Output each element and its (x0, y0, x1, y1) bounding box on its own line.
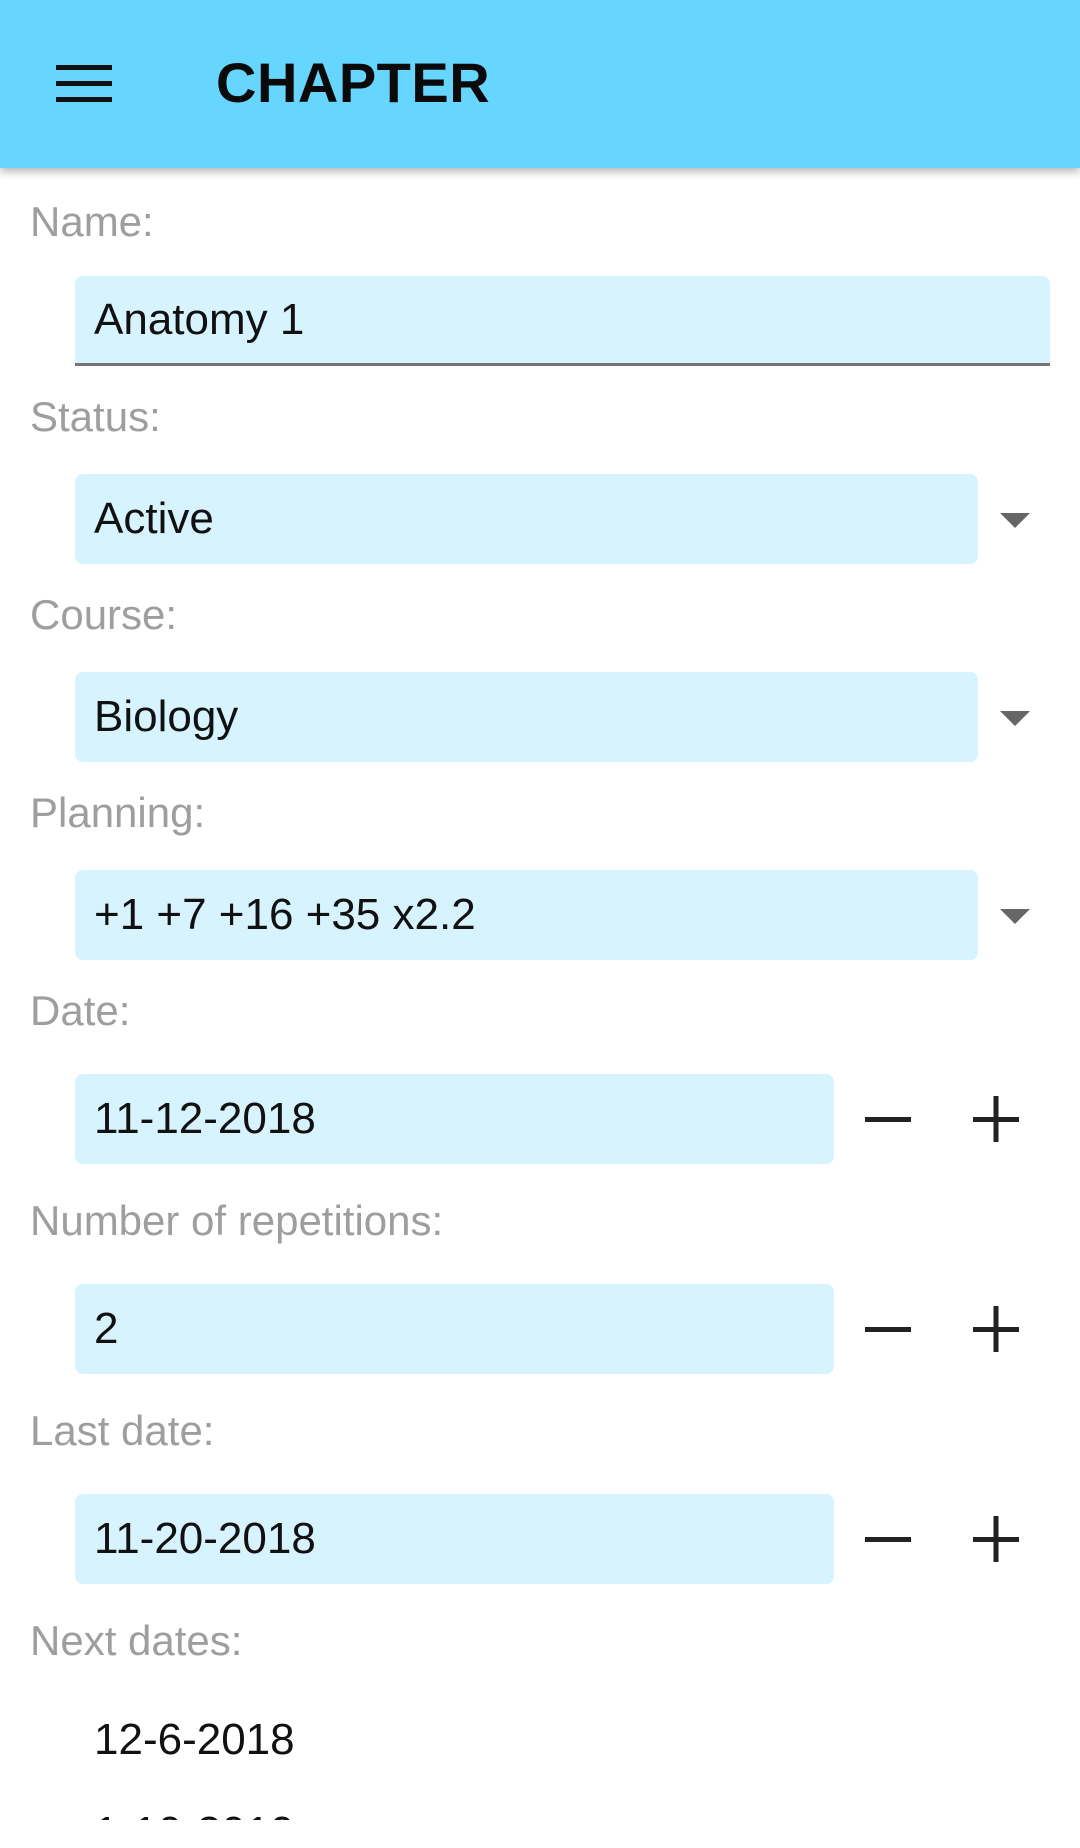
date-input[interactable]: 11-12-2018 (75, 1074, 834, 1164)
plus-icon (973, 1096, 1019, 1142)
last-date-decrement-button[interactable] (848, 1499, 928, 1579)
date-label: Date: (30, 987, 131, 1034)
last-date-input-value: 11-20-2018 (94, 1514, 316, 1563)
status-select[interactable]: Active (75, 474, 978, 564)
course-select-value: Biology (94, 692, 239, 741)
repetitions-increment-button[interactable] (956, 1289, 1036, 1369)
status-label: Status: (30, 393, 161, 440)
minus-icon (865, 1327, 911, 1332)
date-increment-button[interactable] (956, 1079, 1036, 1159)
repetitions-label: Number of repetitions: (30, 1197, 444, 1244)
next-dates-label: Next dates: (30, 1617, 243, 1664)
minus-icon (865, 1537, 911, 1542)
planning-label: Planning: (30, 789, 206, 836)
next-date-item: 12-6-2018 (94, 1715, 295, 1764)
planning-caret-down-icon[interactable] (1000, 909, 1030, 924)
last-date-increment-button[interactable] (956, 1499, 1036, 1579)
course-caret-down-icon[interactable] (1000, 711, 1030, 726)
next-date-item: 1-10-2019 (94, 1808, 295, 1820)
bottom-edge (0, 1820, 1080, 1848)
repetitions-decrement-button[interactable] (848, 1289, 928, 1369)
repetitions-input[interactable]: 2 (75, 1284, 834, 1374)
date-decrement-button[interactable] (848, 1079, 928, 1159)
last-date-label: Last date: (30, 1407, 215, 1454)
chapter-form: Name: Anatomy 1 Status: Active Course: B… (0, 168, 1080, 1820)
app-bar: CHAPTER (0, 0, 1080, 168)
status-caret-down-icon[interactable] (1000, 513, 1030, 528)
course-select[interactable]: Biology (75, 672, 978, 762)
planning-select-value: +1 +7 +16 +35 x2.2 (94, 890, 476, 939)
date-input-value: 11-12-2018 (94, 1094, 316, 1143)
name-label: Name: (30, 198, 154, 245)
menu-button[interactable] (40, 44, 128, 124)
minus-icon (865, 1117, 911, 1122)
page-title: CHAPTER (216, 51, 491, 114)
plus-icon (973, 1306, 1019, 1352)
planning-select[interactable]: +1 +7 +16 +35 x2.2 (75, 870, 978, 960)
repetitions-input-value: 2 (94, 1304, 119, 1353)
name-input[interactable]: Anatomy 1 (75, 276, 1050, 366)
name-input-value: Anatomy 1 (94, 294, 305, 344)
hamburger-menu-icon (56, 65, 112, 102)
last-date-input[interactable]: 11-20-2018 (75, 1494, 834, 1584)
status-select-value: Active (94, 494, 214, 543)
plus-icon (973, 1516, 1019, 1562)
course-label: Course: (30, 591, 178, 638)
